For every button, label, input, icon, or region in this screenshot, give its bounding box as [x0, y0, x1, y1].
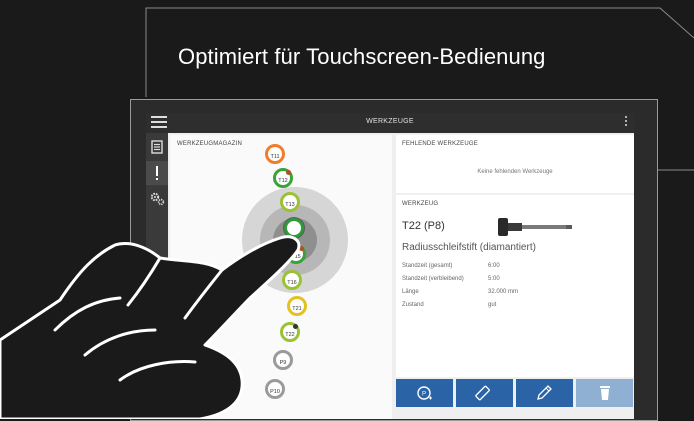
tool-name: Radiusschleifstift (diamantiert): [402, 242, 536, 253]
missing-tools-message: Keine fehlenden Werkzeuge: [477, 169, 553, 175]
tool-image: [498, 218, 572, 236]
load-tool-icon: P: [417, 386, 432, 400]
delete-icon: [600, 386, 610, 400]
delete-button[interactable]: [576, 379, 633, 407]
load-tool-button[interactable]: P: [396, 379, 453, 407]
app-bar: WERKZEUGE: [146, 113, 634, 133]
property-value: 5:00: [488, 276, 500, 282]
property-key: Zustand: [402, 302, 424, 308]
tool-detail-card: WERKZEUG T22 (P8) Radiusschleifstift (di…: [396, 195, 634, 377]
magazine-slot[interactable]: P10: [265, 379, 285, 399]
magazine-slot[interactable]: P9: [273, 350, 293, 370]
slot-label: T12: [278, 178, 288, 184]
magazine-slot[interactable]: T21: [287, 296, 307, 316]
missing-tools-title: FEHLENDE WERKZEUGE: [402, 141, 478, 147]
magazine-slot[interactable]: T13: [280, 192, 300, 212]
slot-label: T22: [285, 332, 295, 338]
slot-label: T21: [292, 306, 302, 312]
alert-icon: [156, 166, 158, 180]
property-key: Länge: [402, 289, 419, 295]
action-bar: P: [396, 379, 634, 407]
magazine-title: WERKZEUGMAGAZIN: [177, 141, 243, 147]
magazine-slot[interactable]: T15: [286, 244, 306, 264]
measure-icon: [475, 385, 490, 401]
corner-marker: [187, 368, 196, 377]
kebab-menu-icon[interactable]: [625, 116, 628, 128]
app-title: WERKZEUGE: [366, 118, 414, 125]
magazine-slot[interactable]: T16: [282, 270, 302, 290]
slot-label: T11: [270, 154, 280, 160]
svg-text:P: P: [422, 392, 426, 398]
nav-item-alerts[interactable]: [146, 161, 168, 185]
slot-label: T13: [285, 202, 295, 208]
slot-label: P10: [270, 389, 280, 395]
slot-label: P9: [279, 360, 287, 366]
property-value: 32.000 mm: [488, 289, 519, 295]
magazine-slot[interactable]: T11: [265, 144, 285, 164]
gears-icon: [150, 192, 165, 206]
list-icon: [151, 140, 163, 154]
missing-tools-card: FEHLENDE WERKZEUGE Keine fehlenden Werkz…: [396, 135, 634, 193]
slot-label: T16: [287, 280, 297, 286]
edit-button[interactable]: [516, 379, 573, 407]
magazine-slot[interactable]: T12: [273, 168, 293, 188]
marketing-headline: Optimiert für Touchscreen-Bedienung: [178, 44, 546, 69]
app-screen: WERKZEUGE WERKZEUGMAGAZIN T11 T12 T13 T1…: [146, 113, 634, 419]
measure-button[interactable]: [456, 379, 513, 407]
slot-label: T15: [291, 254, 301, 260]
tool-card-title: WERKZEUG: [402, 201, 439, 207]
slot-status-dot: [299, 246, 304, 251]
property-key: Standzeit (gesamt): [402, 263, 453, 269]
side-navigation: [146, 133, 168, 419]
tool-magazine-panel: WERKZEUGMAGAZIN T11 T12 T13 T15 T16 T21 T22 P9 P…: [170, 135, 392, 419]
nav-item-settings[interactable]: [146, 187, 168, 211]
magazine-slot[interactable]: T22: [280, 322, 300, 342]
slot-status-dot: [286, 170, 291, 175]
property-key: Standzeit (verbleibend): [402, 276, 464, 282]
magazine-slot-selected[interactable]: [284, 218, 304, 238]
property-value: 6:00: [488, 263, 500, 269]
property-value: gut: [488, 302, 497, 308]
edit-icon: [537, 385, 552, 400]
nav-item-list[interactable]: [146, 135, 168, 159]
slot-status-dot: [293, 324, 298, 329]
tool-id: T22 (P8): [402, 220, 445, 232]
